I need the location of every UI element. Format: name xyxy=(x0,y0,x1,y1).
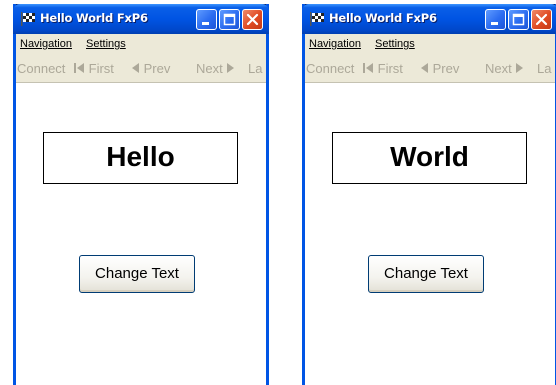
window-title: Hello World FxP6 xyxy=(329,11,437,25)
toolbar-prev-button[interactable]: Prev xyxy=(419,61,459,76)
menu-settings-label: Settings xyxy=(375,38,415,50)
toolbar-next-button[interactable]: Next xyxy=(485,61,525,76)
next-arrow-icon xyxy=(227,63,235,73)
toolbar-next-label: Next xyxy=(196,61,223,76)
title-bar[interactable]: Hello World FxP6 xyxy=(302,4,556,34)
minimize-button[interactable] xyxy=(196,9,217,30)
maximize-button[interactable] xyxy=(219,9,240,30)
title-bar[interactable]: Hello World FxP6 xyxy=(13,4,269,34)
toolbar-last-button[interactable]: La xyxy=(537,61,551,76)
window-client-area: Navigation Settings Connect First Prev N… xyxy=(16,34,266,385)
app-window-right: Hello World FxP6 Navigation Settings Con… xyxy=(302,4,556,385)
toolbar-first-label: First xyxy=(88,61,114,76)
form-content: World Change Text xyxy=(305,83,555,385)
toolbar-last-button[interactable]: La xyxy=(248,61,262,76)
close-icon xyxy=(246,13,259,26)
menu-navigation[interactable]: Navigation xyxy=(20,38,72,50)
menu-navigation-label: Navigation xyxy=(309,38,361,50)
window-title: Hello World FxP6 xyxy=(40,11,148,25)
maximize-icon xyxy=(223,13,236,26)
toolbar-prev-label: Prev xyxy=(432,61,460,76)
toolbar-next-label: Next xyxy=(485,61,512,76)
window-client-area: Navigation Settings Connect First Prev N… xyxy=(305,34,555,385)
change-text-button[interactable]: Change Text xyxy=(79,255,195,293)
toolbar-connect-button[interactable]: Connect xyxy=(17,61,65,76)
menu-settings[interactable]: Settings xyxy=(86,38,126,50)
app-window-left: Hello World FxP6 Navigation Settings Con… xyxy=(13,4,269,385)
toolbar-prev-button[interactable]: Prev xyxy=(130,61,170,76)
next-arrow-icon xyxy=(516,63,524,73)
toolbar-first-button[interactable]: First xyxy=(362,61,403,76)
first-arrow-icon xyxy=(363,63,373,73)
toolbar-first-button[interactable]: First xyxy=(73,61,114,76)
toolbar-connect-button[interactable]: Connect xyxy=(306,61,354,76)
form-content: Hello Change Text xyxy=(16,83,266,385)
minimize-button[interactable] xyxy=(485,9,506,30)
navigation-toolbar: Connect First Prev Next La xyxy=(305,55,555,83)
minimize-icon xyxy=(491,22,498,25)
close-button[interactable] xyxy=(531,9,552,30)
minimize-icon xyxy=(202,22,209,25)
maximize-icon xyxy=(512,13,525,26)
maximize-button[interactable] xyxy=(508,9,529,30)
close-button[interactable] xyxy=(242,9,263,30)
checkered-flag-icon xyxy=(20,11,36,27)
toolbar-next-button[interactable]: Next xyxy=(196,61,236,76)
menu-settings-label: Settings xyxy=(86,38,126,50)
menu-settings[interactable]: Settings xyxy=(375,38,415,50)
toolbar-connect-label: Connect xyxy=(17,61,66,76)
first-arrow-icon xyxy=(74,63,84,73)
close-icon xyxy=(535,13,548,26)
greeting-label: World xyxy=(332,132,527,184)
screenshot-stage: Hello World FxP6 Navigation Settings Con… xyxy=(0,0,556,385)
prev-arrow-icon xyxy=(132,63,139,73)
checkered-flag-icon xyxy=(309,11,325,27)
menu-bar: Navigation Settings xyxy=(16,34,266,55)
greeting-label: Hello xyxy=(43,132,238,184)
menu-bar: Navigation Settings xyxy=(305,34,555,55)
toolbar-last-label: La xyxy=(248,61,263,76)
change-text-button[interactable]: Change Text xyxy=(368,255,484,293)
toolbar-prev-label: Prev xyxy=(143,61,171,76)
toolbar-first-label: First xyxy=(377,61,403,76)
menu-navigation[interactable]: Navigation xyxy=(309,38,361,50)
menu-navigation-label: Navigation xyxy=(20,38,72,50)
prev-arrow-icon xyxy=(421,63,428,73)
toolbar-last-label: La xyxy=(537,61,552,76)
navigation-toolbar: Connect First Prev Next La xyxy=(16,55,266,83)
toolbar-connect-label: Connect xyxy=(306,61,355,76)
